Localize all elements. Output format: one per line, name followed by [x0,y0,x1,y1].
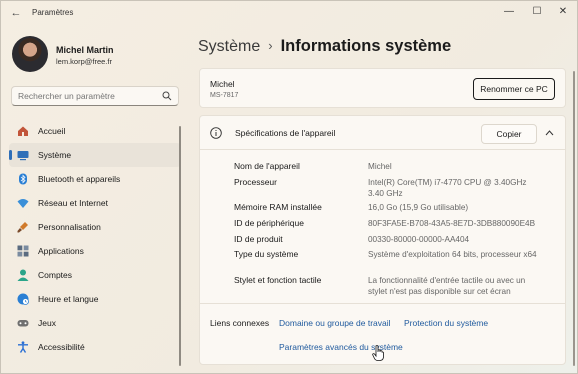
main-scrollbar[interactable] [573,71,575,366]
spec-label: Processeur [234,177,277,187]
sidebar-item-bluetooth[interactable]: Bluetooth et appareils [9,167,181,191]
sidebar-scrollbar[interactable] [179,126,181,366]
sidebar-item-label: Bluetooth et appareils [38,174,121,184]
sidebar-item-personnalisation[interactable]: Personnalisation [9,215,181,239]
breadcrumb-parent[interactable]: Système [198,38,260,55]
sidebar-item-jeux[interactable]: Jeux [9,311,181,335]
sidebar-item-label: Personnalisation [38,222,101,232]
gamepad-icon [17,320,29,327]
pc-name-card: Michel MS-7817 Renommer ce PC [199,68,566,108]
sidebar-item-comptes[interactable]: Comptes [9,263,181,287]
profile-name: Michel Martin [56,45,114,55]
maximize-icon[interactable]: ☐ [527,4,547,20]
pc-model: MS-7817 [210,92,239,99]
apps-icon [17,245,29,257]
breadcrumb-separator: › [268,38,273,53]
rename-pc-button[interactable]: Renommer ce PC [473,78,555,100]
copy-button[interactable]: Copier [481,124,537,144]
sidebar-item-label: Applications [38,246,84,256]
sidebar-item-label: Comptes [38,270,73,280]
system-icon [17,151,29,161]
device-specs-card: Spécifications de l'appareil Copier Nom … [199,115,566,365]
sidebar-nav: Accueil Système Bluetooth et appareils R… [9,119,181,359]
spec-value: Michel [368,162,392,171]
brush-icon [17,222,28,233]
sidebar-item-systeme[interactable]: Système [9,143,181,167]
minimize-icon[interactable]: — [499,4,519,20]
sidebar-item-accueil[interactable]: Accueil [9,119,181,143]
bluetooth-icon [19,173,27,185]
app-title: Paramètres [32,8,74,17]
specs-title: Spécifications de l'appareil [235,128,336,138]
breadcrumb: Système › Informations système [198,37,451,59]
spec-label: Mémoire RAM installée [234,202,322,212]
domain-workgroup-link[interactable]: Domaine ou groupe de travail [279,318,391,328]
search-box[interactable] [11,86,179,106]
accessibility-icon [18,341,28,353]
sidebar-item-label: Accueil [38,126,66,136]
account-icon [17,269,29,281]
advanced-system-settings-link[interactable]: Paramètres avancés du système [279,342,403,352]
back-arrow-icon[interactable]: ← [9,6,23,20]
related-links-label: Liens connexes [210,318,270,328]
globe-clock-icon [17,293,29,305]
search-icon[interactable] [162,91,172,101]
spec-label: Type du système [234,249,299,259]
wifi-icon [17,199,29,208]
sidebar-item-reseau[interactable]: Réseau et Internet [9,191,181,215]
system-protection-link[interactable]: Protection du système [404,318,488,328]
hand-cursor-icon [372,345,384,361]
profile-email: lem.korp@free.fr [56,57,112,66]
spec-value: 16,0 Go (15,9 Go utilisable) [368,203,469,212]
sidebar-item-label: Heure et langue [38,294,99,304]
spec-label: ID de produit [234,234,283,244]
spec-value: 00330-80000-00000-AA404 [368,235,470,244]
sidebar-item-label: Jeux [38,318,56,328]
spec-value: Système d'exploitation 64 bits, processe… [368,250,537,259]
title-bar: ← Paramètres — ☐ ✕ [1,1,577,25]
spec-value: La fonctionnalité d'entrée tactile ou av… [368,276,526,296]
info-icon [210,127,222,139]
spec-label: Nom de l'appareil [234,161,300,171]
search-input[interactable] [18,91,158,101]
chevron-up-icon[interactable] [545,129,554,137]
sidebar-item-heure-langue[interactable]: Heure et langue [9,287,181,311]
spec-label: Stylet et fonction tactile [234,275,322,285]
pc-name: Michel [210,79,235,89]
sidebar-item-label: Accessibilité [38,342,85,352]
spec-value: Intel(R) Core(TM) i7-4770 CPU @ 3.40GHz … [368,178,527,198]
settings-window: ← Paramètres — ☐ ✕ Michel Martin lem.kor… [0,0,578,374]
sidebar-item-label: Réseau et Internet [38,198,108,208]
sidebar-item-accessibilite[interactable]: Accessibilité [9,335,181,359]
page-title: Informations système [280,37,452,55]
specs-header[interactable]: Spécifications de l'appareil Copier [200,116,565,150]
avatar[interactable] [12,36,48,72]
spec-label: ID de périphérique [234,218,304,228]
home-icon [18,126,28,136]
close-icon[interactable]: ✕ [553,4,573,20]
sidebar-item-label: Système [38,150,72,160]
spec-value: 80F3FA5E-B708-43A5-8E7D-3DB880090E4B [368,219,536,228]
sidebar-item-applications[interactable]: Applications [9,239,181,263]
